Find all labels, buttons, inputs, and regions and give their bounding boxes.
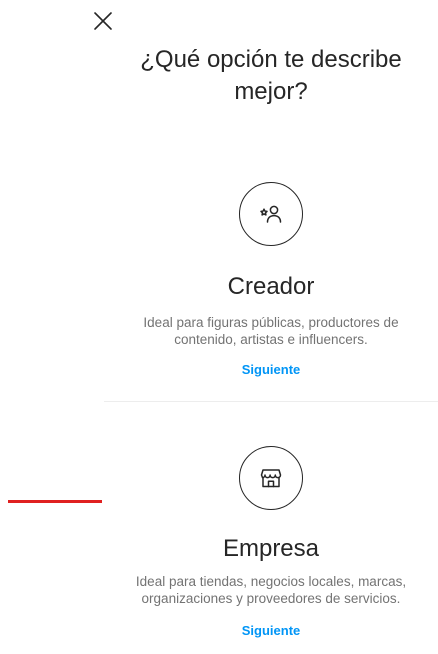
creator-icon-circle [239,182,303,246]
close-icon[interactable] [92,10,114,32]
business-title: Empresa [222,535,320,562]
creator-description: Ideal para figuras públicas, productores… [143,315,399,347]
storefront-icon [258,465,284,491]
creator-star-person-icon [258,201,284,227]
business-option-card: Empresa Ideal para tiendas, negocios loc… [104,420,438,654]
creator-title: Creador [227,273,315,300]
business-description: Ideal para tiendas, negocios locales, ma… [135,574,407,606]
red-annotation-marker [8,500,102,503]
creator-option-card: Creador Ideal para figuras públicas, pro… [104,150,438,400]
divider [104,401,438,402]
page-title: ¿Qué opción te describe mejor? [140,46,402,105]
business-next-button[interactable]: Siguiente [242,623,301,638]
business-icon-circle [239,446,303,510]
creator-next-button[interactable]: Siguiente [242,362,301,377]
